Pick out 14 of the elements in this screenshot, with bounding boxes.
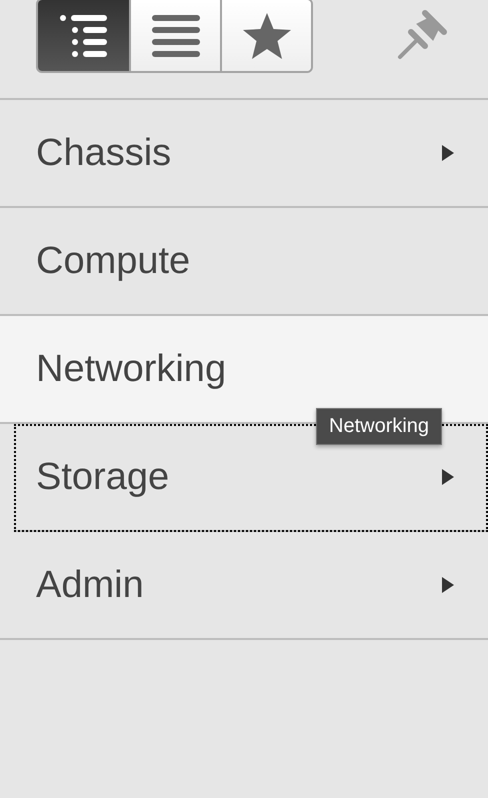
- menu-item-label: Storage: [36, 456, 170, 498]
- menu-item[interactable]: Admin: [0, 532, 488, 640]
- menu-item-label: Networking: [36, 348, 226, 390]
- menu-item-label: Compute: [36, 240, 190, 282]
- tooltip: Networking: [316, 408, 442, 445]
- tree-list-icon: [58, 14, 108, 58]
- menu-item-label: Admin: [36, 564, 144, 606]
- menu-item[interactable]: Chassis: [0, 100, 488, 208]
- list-view-button[interactable]: [129, 0, 220, 71]
- menu-item-label: Chassis: [36, 132, 172, 174]
- tree-view-button[interactable]: [38, 0, 129, 71]
- list-icon: [150, 14, 200, 58]
- favorites-button[interactable]: [220, 0, 311, 71]
- star-icon: [242, 12, 292, 60]
